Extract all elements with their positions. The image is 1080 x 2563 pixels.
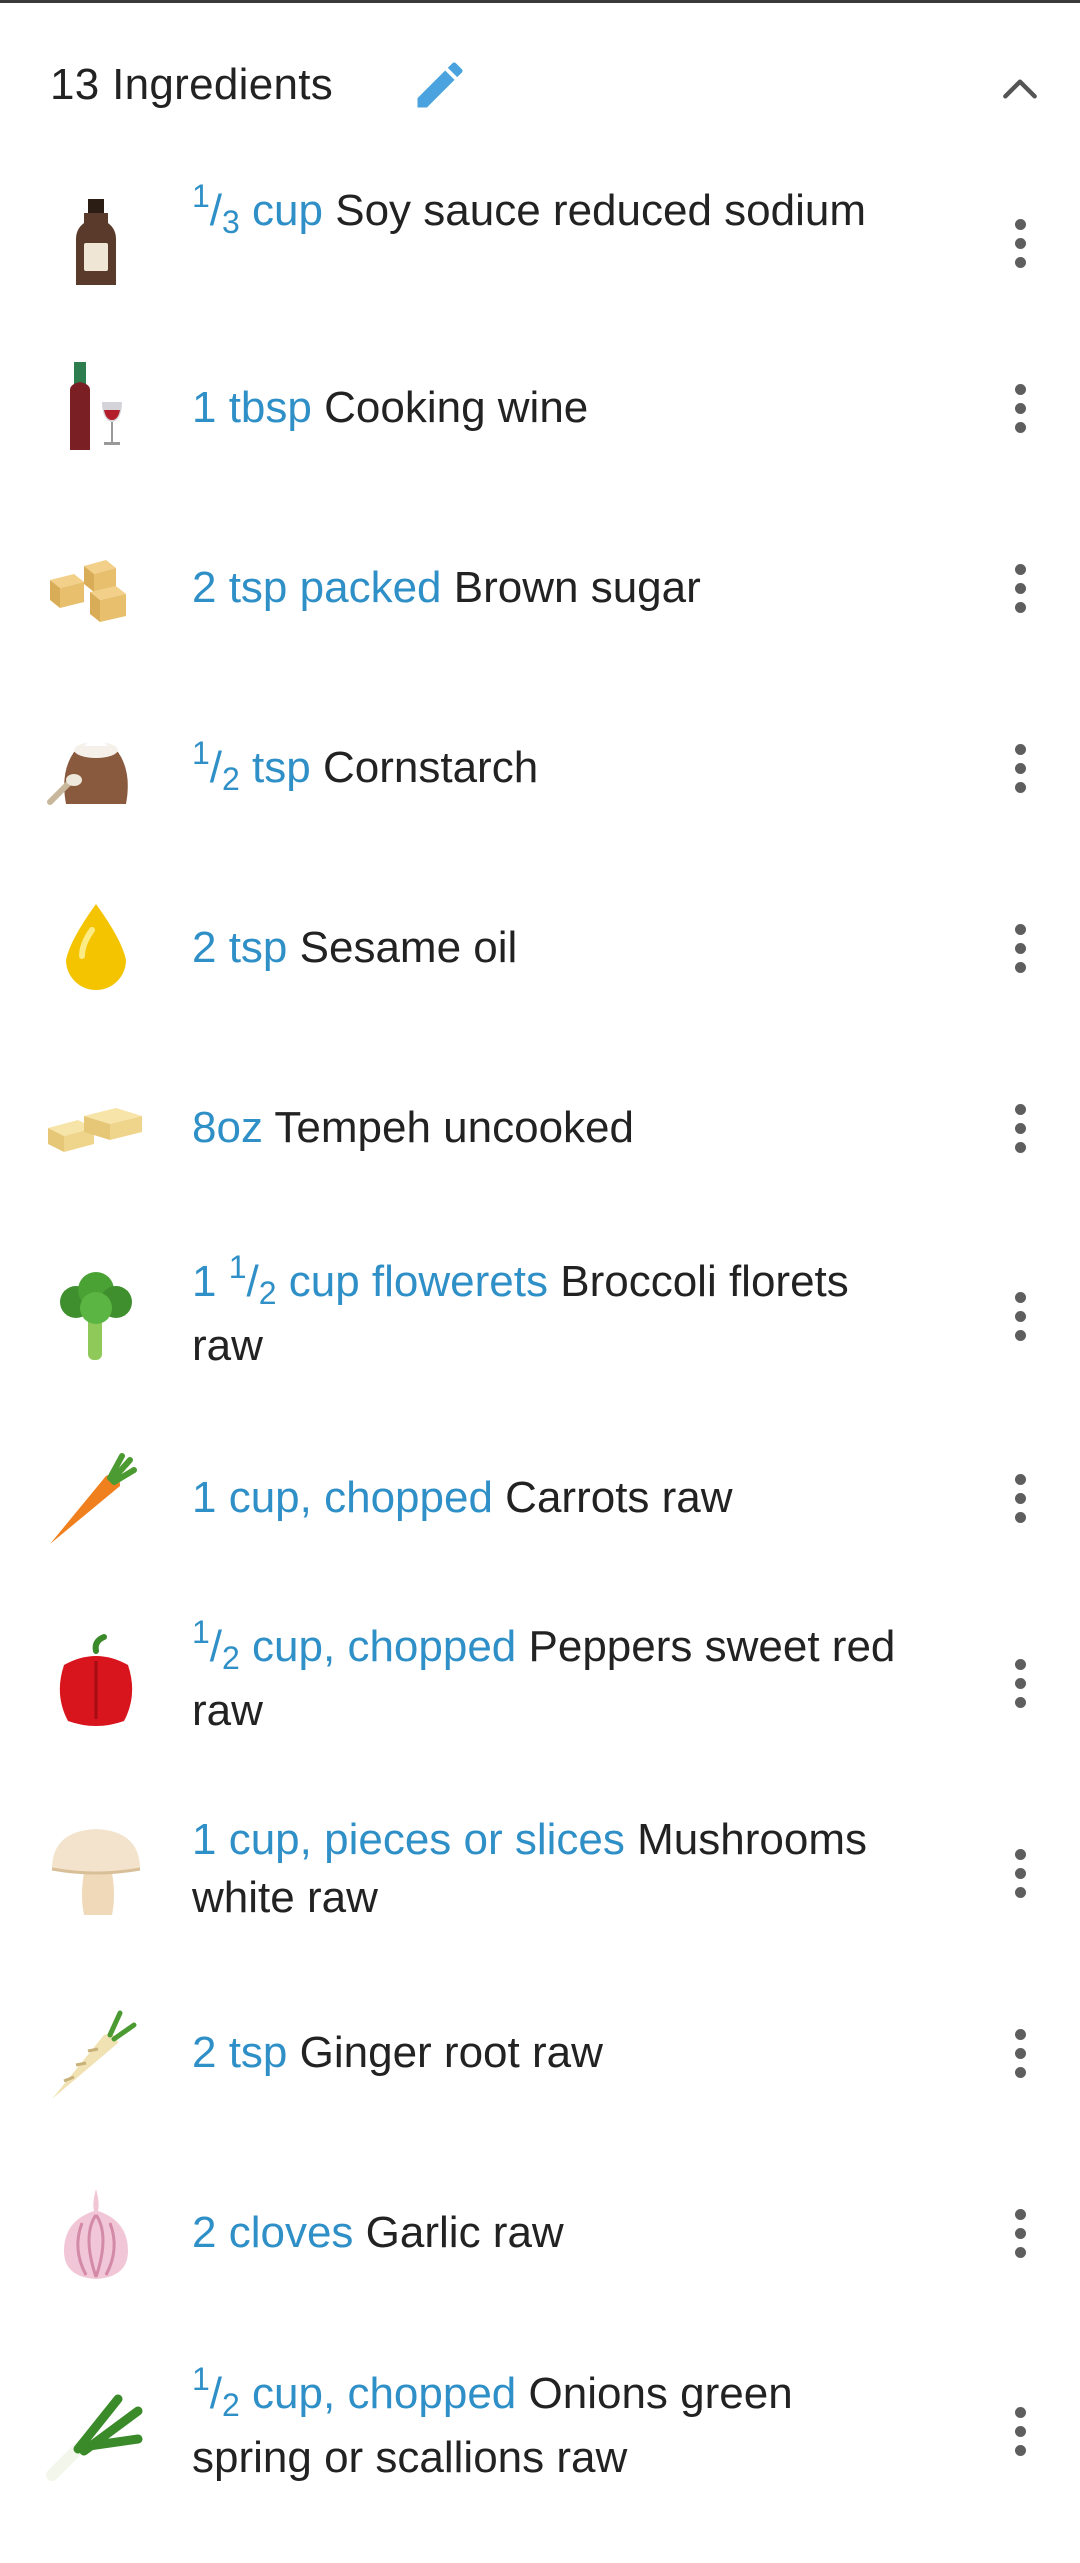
ingredient-quantity: 1/3 cup	[192, 178, 323, 240]
ingredient-row[interactable]: 1 tbsp Cooking wine	[0, 318, 1080, 498]
ingredient-name: Garlic raw	[365, 2208, 564, 2257]
ingredient-text: 1 1/2 cup flowerets Broccoli florets raw	[192, 1250, 912, 1378]
ingredient-quantity: 1/2 tsp	[192, 735, 311, 797]
ingredient-quantity: 2 tsp	[192, 2028, 288, 2077]
ingredient-quantity: 8oz	[192, 1103, 263, 1152]
more-vertical-icon[interactable]	[990, 538, 1050, 638]
more-vertical-icon[interactable]	[990, 2381, 1050, 2481]
ingredient-text: 1 tbsp Cooking wine	[192, 376, 912, 440]
more-vertical-icon[interactable]	[990, 898, 1050, 998]
pencil-icon[interactable]	[408, 53, 472, 117]
red-pepper-icon	[44, 1631, 148, 1735]
ingredient-row[interactable]: 1/3 cup Soy sauce reduced sodium	[0, 168, 1080, 318]
more-vertical-icon[interactable]	[990, 718, 1050, 818]
ingredient-text: 1/3 cup Soy sauce reduced sodium	[192, 179, 912, 243]
more-vertical-icon[interactable]	[990, 2003, 1050, 2103]
wine-bottle-glass-icon	[44, 356, 148, 460]
ingredient-row[interactable]: 2 cloves Garlic raw	[0, 2143, 1080, 2323]
ingredient-quantity: 1 cup, chopped	[192, 1473, 493, 1522]
ingredient-text: 1/2 tsp Cornstarch	[192, 736, 912, 800]
ingredient-quantity: 1/2 cup, chopped	[192, 1614, 517, 1676]
green-onion-icon	[44, 2379, 148, 2483]
ingredient-row[interactable]: 2 tsp Ginger root raw	[0, 1963, 1080, 2143]
ingredient-quantity: 1 cup, pieces or slices	[192, 1815, 625, 1864]
ingredient-name: Carrots raw	[505, 1473, 733, 1522]
ingredient-quantity: 1 1/2 cup flowerets	[192, 1249, 548, 1311]
ingredient-quantity: 2 tsp	[192, 923, 288, 972]
ingredient-row[interactable]: 2 tsp packed Brown sugar	[0, 498, 1080, 678]
ingredient-name: Cornstarch	[322, 743, 539, 792]
mushroom-icon	[44, 1821, 148, 1925]
ingredient-name: Sesame oil	[299, 923, 518, 972]
ingredient-row[interactable]: 1/2 tsp Cornstarch	[0, 678, 1080, 858]
ingredient-quantity: 1 tbsp	[192, 383, 312, 432]
more-vertical-icon[interactable]	[990, 1823, 1050, 1923]
ingredient-text: 2 tsp packed Brown sugar	[192, 556, 912, 620]
ingredient-name: Ginger root raw	[299, 2028, 603, 2077]
chevron-up-icon[interactable]	[984, 53, 1056, 125]
ingredient-row[interactable]: 1/2 cup, chopped Peppers sweet red raw	[0, 1583, 1080, 1783]
more-vertical-icon[interactable]	[990, 1078, 1050, 1178]
ingredient-quantity: 2 cloves	[192, 2208, 354, 2257]
sugar-cubes-icon	[44, 536, 148, 640]
ingredient-text: 8oz Tempeh uncooked	[192, 1096, 912, 1160]
oil-drop-icon	[44, 896, 148, 1000]
ginger-root-icon	[44, 2001, 148, 2105]
ingredient-quantity: 1/2 cup, chopped	[192, 2361, 517, 2423]
ingredient-text: 1/2 cup, chopped Peppers sweet red raw	[192, 1615, 912, 1743]
ingredient-text: 1 cup, pieces or slices Mushrooms white …	[192, 1811, 912, 1927]
ingredient-row[interactable]: 1 1/2 cup flowerets Broccoli florets raw	[0, 1218, 1080, 1413]
ingredient-quantity: 2 tsp packed	[192, 563, 442, 612]
ingredient-name: Brown sugar	[453, 563, 701, 612]
ingredient-name: Tempeh uncooked	[274, 1103, 634, 1152]
ingredient-text: 1 cup, chopped Carrots raw	[192, 1466, 912, 1530]
more-vertical-icon[interactable]	[990, 1266, 1050, 1366]
soy-sauce-bottle-icon	[44, 191, 148, 295]
broccoli-icon	[44, 1264, 148, 1368]
more-vertical-icon[interactable]	[990, 2183, 1050, 2283]
ingredient-name: Soy sauce reduced sodium	[335, 186, 866, 235]
more-vertical-icon[interactable]	[990, 1633, 1050, 1733]
ingredient-text: 2 tsp Sesame oil	[192, 916, 912, 980]
ingredient-row[interactable]: 2 tsp Sesame oil	[0, 858, 1080, 1038]
ingredient-text: 2 cloves Garlic raw	[192, 2201, 912, 2265]
garlic-icon	[44, 2181, 148, 2285]
ingredient-text: 2 tsp Ginger root raw	[192, 2021, 912, 2085]
more-vertical-icon[interactable]	[990, 358, 1050, 458]
ingredient-row[interactable]: 8oz Tempeh uncooked	[0, 1038, 1080, 1218]
more-vertical-icon[interactable]	[990, 1448, 1050, 1548]
more-vertical-icon[interactable]	[990, 193, 1050, 293]
ingredients-header: 13 Ingredients	[0, 3, 1080, 168]
ingredient-row[interactable]: 1/2 cup, chopped Onions green spring or …	[0, 2323, 1080, 2563]
ingredient-text: 1/2 cup, chopped Onions green spring or …	[192, 2362, 912, 2490]
tempeh-blocks-icon	[44, 1076, 148, 1180]
ingredient-row[interactable]: 1 cup, pieces or slices Mushrooms white …	[0, 1783, 1080, 1963]
carrot-icon	[44, 1446, 148, 1550]
ingredient-name: Cooking wine	[324, 383, 589, 432]
flour-sack-icon	[44, 716, 148, 820]
ingredient-row[interactable]: 1 cup, chopped Carrots raw	[0, 1413, 1080, 1583]
ingredients-title: 13 Ingredients	[50, 60, 334, 109]
